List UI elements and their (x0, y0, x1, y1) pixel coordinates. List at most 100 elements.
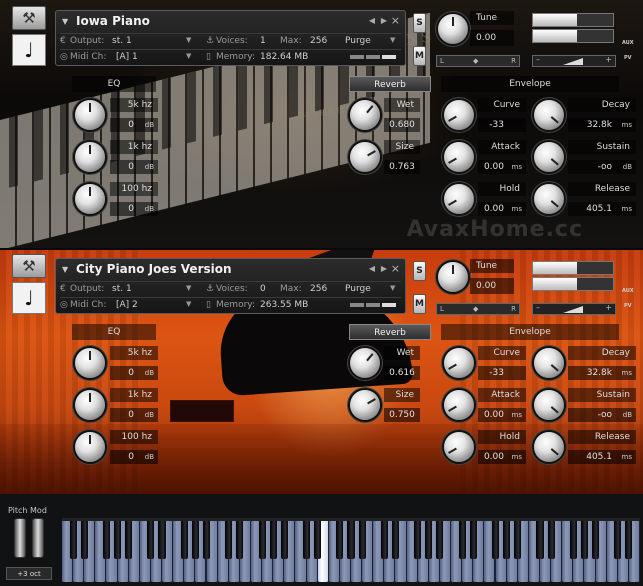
eq-band-value[interactable]: 0 dB (110, 202, 158, 216)
eq-band-value[interactable]: 0 dB (110, 160, 158, 174)
black-key[interactable] (236, 521, 244, 559)
envelope-param-value[interactable]: 0.00 ms (478, 408, 526, 422)
solo-button[interactable]: S (413, 261, 426, 281)
reverb-knob[interactable] (350, 390, 380, 420)
black-key[interactable] (147, 521, 155, 559)
eq-band-knob[interactable] (75, 390, 105, 420)
black-key[interactable] (536, 521, 544, 559)
eq-band-knob[interactable] (75, 100, 105, 130)
wrench-icon[interactable]: ⚒ (12, 254, 46, 278)
solo-button[interactable]: S (413, 13, 426, 33)
eq-band-value[interactable]: 0 dB (110, 408, 158, 422)
black-key[interactable] (125, 521, 133, 559)
black-key[interactable] (191, 521, 199, 559)
aux-label[interactable]: AUX (622, 40, 634, 46)
black-key[interactable] (314, 521, 322, 559)
eq-band-knob[interactable] (75, 432, 105, 462)
collapse-triangle-icon[interactable]: ▼ (62, 17, 68, 26)
output-value[interactable]: st. 1 (112, 36, 132, 46)
pan-slider[interactable]: L ◆ R (436, 55, 520, 67)
envelope-param-value[interactable]: -oo dB (568, 408, 636, 422)
black-key[interactable] (458, 521, 466, 559)
envelope-knob[interactable] (534, 142, 564, 172)
mod-wheel[interactable] (32, 518, 44, 558)
chevron-down-icon[interactable]: ▼ (186, 300, 191, 308)
envelope-knob[interactable] (444, 390, 474, 420)
mute-button[interactable]: M (413, 46, 426, 66)
envelope-param-value[interactable]: 0.00 ms (478, 160, 526, 174)
envelope-knob[interactable] (444, 142, 474, 172)
reverb-header-button[interactable]: Reverb (349, 324, 431, 340)
midi-channel-value[interactable]: [A] 2 (116, 300, 138, 310)
chevron-down-icon[interactable]: ▼ (186, 36, 191, 44)
purge-menu[interactable]: Purge (345, 284, 371, 294)
piano-thumbnail-icon[interactable]: ♩ (12, 34, 46, 66)
wrench-icon[interactable]: ⚒ (12, 6, 46, 30)
black-key[interactable] (436, 521, 444, 559)
black-key[interactable] (514, 521, 522, 559)
tune-value[interactable]: 0.00 (470, 278, 514, 294)
pitch-wheel[interactable] (14, 518, 26, 558)
close-icon[interactable]: × (391, 14, 400, 27)
envelope-knob[interactable] (534, 100, 564, 130)
black-key[interactable] (302, 521, 311, 559)
envelope-param-value[interactable]: -33 (478, 118, 526, 132)
max-voices-value[interactable]: 256 (310, 36, 327, 46)
eq-band-value[interactable]: 0 dB (110, 118, 158, 132)
black-key[interactable] (69, 521, 77, 559)
black-key[interactable] (391, 521, 399, 559)
reverb-param-value[interactable]: 0.616 (384, 366, 420, 380)
reverb-param-value[interactable]: 0.763 (384, 160, 420, 174)
envelope-param-value[interactable]: 0.00 ms (478, 202, 526, 216)
instrument-title[interactable]: City Piano Joes Version (76, 262, 232, 276)
black-key[interactable] (280, 521, 288, 559)
envelope-knob[interactable] (534, 184, 564, 214)
black-key[interactable] (269, 521, 277, 559)
black-key[interactable] (202, 521, 211, 559)
chevron-down-icon[interactable]: ▼ (186, 284, 191, 292)
black-key[interactable] (347, 521, 355, 559)
black-key[interactable] (591, 521, 600, 559)
tune-value[interactable]: 0.00 (470, 30, 514, 46)
black-key[interactable] (102, 521, 110, 559)
envelope-param-value[interactable]: -oo dB (568, 160, 636, 174)
aux-label[interactable]: AUX (622, 288, 634, 294)
eq-band-value[interactable]: 0 dB (110, 450, 158, 464)
envelope-knob[interactable] (444, 184, 474, 214)
envelope-knob[interactable] (444, 100, 474, 130)
pv-label[interactable]: PV (624, 55, 632, 61)
black-key[interactable] (80, 521, 88, 559)
midi-channel-value[interactable]: [A] 1 (116, 52, 138, 62)
reverb-knob[interactable] (350, 100, 380, 130)
eq-band-knob[interactable] (75, 142, 105, 172)
chevron-down-icon[interactable]: ▼ (390, 284, 395, 292)
envelope-knob[interactable] (534, 390, 564, 420)
black-key[interactable] (503, 521, 511, 559)
black-key[interactable] (414, 521, 422, 559)
black-key[interactable] (114, 521, 122, 559)
volume-slider[interactable]: – + (532, 55, 616, 67)
collapse-triangle-icon[interactable]: ▼ (62, 265, 68, 274)
reverb-knob[interactable] (350, 142, 380, 172)
black-key[interactable] (358, 521, 366, 559)
prev-instrument-icon[interactable]: ◀ (369, 264, 375, 273)
envelope-param-value[interactable]: 0.00 ms (478, 450, 526, 464)
next-instrument-icon[interactable]: ▶ (381, 16, 387, 25)
eq-band-knob[interactable] (75, 348, 105, 378)
next-instrument-icon[interactable]: ▶ (381, 264, 387, 273)
black-key[interactable] (469, 521, 477, 559)
black-key[interactable] (258, 521, 266, 559)
reverb-header-button[interactable]: Reverb (349, 76, 431, 92)
pan-slider[interactable]: L ◆ R (436, 303, 520, 315)
instrument-title[interactable]: Iowa Piano (76, 14, 150, 28)
piano-keyboard[interactable] (62, 518, 640, 582)
black-key[interactable] (569, 521, 577, 559)
tune-knob[interactable] (438, 14, 468, 44)
eq-band-knob[interactable] (75, 184, 105, 214)
reverb-param-value[interactable]: 0.750 (384, 408, 420, 422)
envelope-param-value[interactable]: 405.1 ms (568, 450, 636, 464)
black-key[interactable] (336, 521, 344, 559)
chevron-down-icon[interactable]: ▼ (390, 36, 395, 44)
max-voices-value[interactable]: 256 (310, 284, 327, 294)
envelope-knob[interactable] (534, 432, 564, 462)
